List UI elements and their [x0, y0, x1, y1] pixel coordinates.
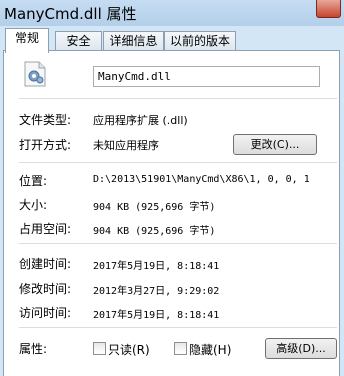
- readonly-checkbox[interactable]: [93, 342, 106, 355]
- modified-label: 修改时间:: [19, 282, 72, 296]
- attributes-label: 属性:: [19, 342, 48, 356]
- tab-strip: 常规 安全 详细信息 以前的版本: [0, 26, 344, 53]
- advanced-button[interactable]: 高级(D)...: [265, 338, 337, 359]
- window-title: ManyCmd.dll 属性: [4, 5, 137, 23]
- close-button[interactable]: [316, 0, 341, 18]
- separator: [19, 98, 337, 99]
- size-label: 大小:: [19, 198, 48, 212]
- tab-security[interactable]: 安全: [55, 31, 102, 51]
- dll-file-icon: [24, 61, 46, 87]
- separator: [19, 162, 337, 163]
- created-label: 创建时间:: [19, 257, 72, 271]
- type-label: 文件类型:: [19, 113, 72, 127]
- change-button[interactable]: 更改(C)...: [233, 134, 317, 155]
- title-bar: ManyCmd.dll 属性: [0, 0, 344, 26]
- location-label: 位置:: [19, 174, 48, 188]
- opens-with-label: 打开方式:: [19, 138, 72, 152]
- readonly-label[interactable]: 只读(R): [108, 341, 150, 358]
- size-value: 904 KB (925,696 字节): [93, 202, 216, 213]
- hidden-label[interactable]: 隐藏(H): [189, 341, 231, 358]
- modified-value: 2012年3月27日, 9:29:02: [93, 286, 220, 297]
- hidden-checkbox[interactable]: [174, 342, 187, 355]
- accessed-value: 2017年5月19日, 8:18:41: [93, 310, 220, 321]
- location-value: D:\2013\51901\ManyCmd\X86\1, 0, 0, 1: [93, 174, 310, 185]
- tab-general[interactable]: 常规: [5, 28, 49, 53]
- tab-details[interactable]: 详细信息: [103, 31, 164, 51]
- separator: [19, 243, 337, 244]
- accessed-label: 访问时间:: [19, 306, 72, 320]
- size-on-disk-label: 占用空间:: [19, 222, 72, 236]
- opens-with-value: 未知应用程序: [93, 139, 159, 152]
- created-value: 2017年5月19日, 8:18:41: [93, 261, 220, 272]
- separator: [19, 327, 337, 328]
- size-on-disk-value: 904 KB (925,696 字节): [93, 226, 216, 237]
- file-name-field[interactable]: ManyCmd.dll: [93, 66, 320, 87]
- type-value: 应用程序扩展 (.dll): [93, 114, 188, 127]
- tab-previous-versions[interactable]: 以前的版本: [164, 31, 236, 51]
